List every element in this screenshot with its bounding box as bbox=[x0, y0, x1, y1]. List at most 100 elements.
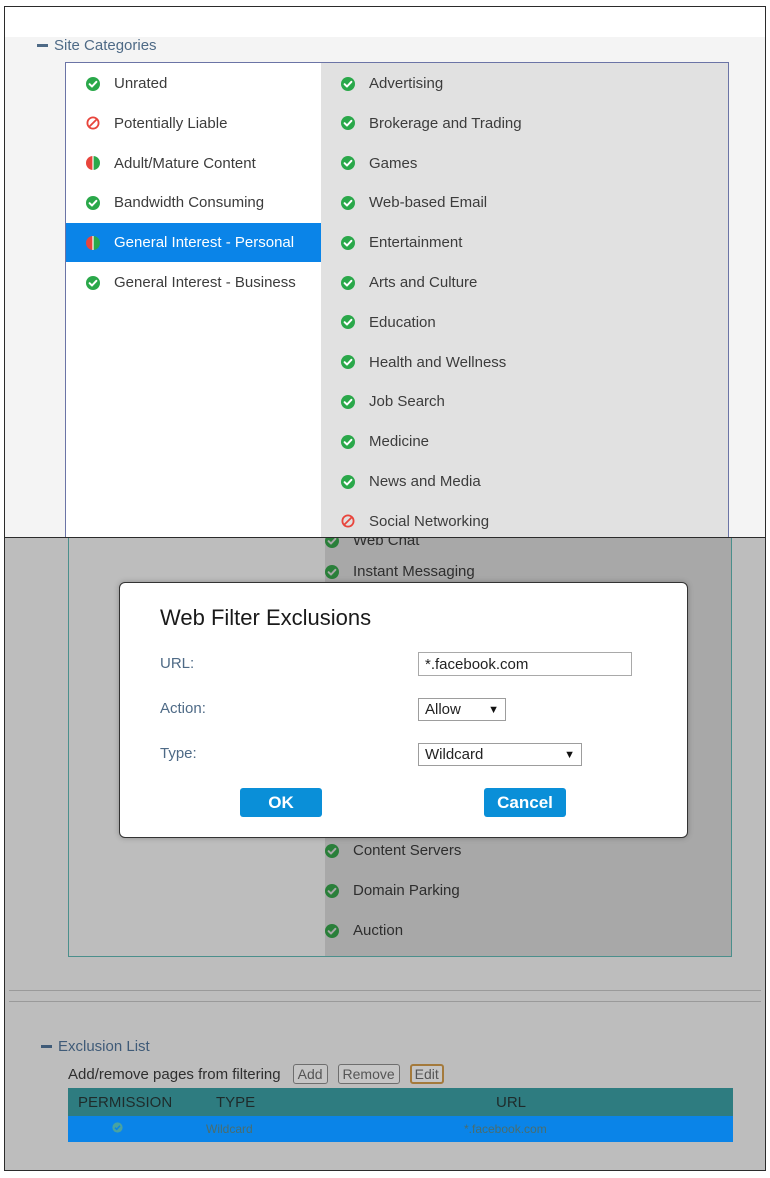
dialog-title: Web Filter Exclusions bbox=[160, 605, 372, 630]
status-icon bbox=[86, 116, 100, 130]
category-group-item[interactable]: General Interest - Personal bbox=[66, 223, 321, 263]
category-item[interactable]: Medicine bbox=[321, 422, 429, 461]
category-label: Entertainment bbox=[369, 234, 463, 252]
site-categories-toggle[interactable]: Site Categories bbox=[37, 37, 157, 54]
category-group-item[interactable]: Bandwidth Consuming bbox=[66, 183, 321, 222]
site-categories-panel: Site Categories Unrated Potentially Liabl… bbox=[4, 6, 766, 537]
collapse-icon bbox=[37, 44, 48, 47]
add-button[interactable]: Add bbox=[292, 1064, 328, 1084]
exclusion-list-toggle[interactable]: Exclusion List bbox=[41, 1038, 150, 1055]
url-input[interactable] bbox=[418, 652, 632, 676]
type-cell: Wildcard bbox=[206, 1122, 253, 1136]
site-categories-heading: Site Categories bbox=[54, 37, 157, 54]
table-header: PERMISSION TYPE URL bbox=[68, 1088, 733, 1116]
table-row[interactable]: Wildcard *.facebook.com bbox=[68, 1116, 733, 1142]
category-item[interactable]: Advertising bbox=[321, 64, 443, 103]
check-icon bbox=[341, 235, 355, 250]
dimmed-category-item[interactable]: Domain Parking bbox=[325, 871, 460, 910]
category-list: Advertising Brokerage and Trading Games Web… bbox=[321, 63, 728, 537]
category-item[interactable]: Social Networking bbox=[321, 502, 489, 537]
category-group-item[interactable]: General Interest - Business bbox=[66, 263, 321, 302]
category-group-item[interactable]: Adult/Mature Content bbox=[66, 144, 321, 183]
categories-box: Unrated Potentially Liable Adult/Mature Co… bbox=[65, 62, 729, 537]
check-icon bbox=[341, 195, 355, 210]
mixed-status-icon bbox=[86, 156, 100, 171]
status-icon bbox=[86, 275, 100, 290]
category-group-label: Adult/Mature Content bbox=[114, 154, 256, 172]
dropdown-arrow-icon: ▼ bbox=[564, 748, 575, 761]
category-item[interactable]: Games bbox=[321, 144, 417, 183]
status-icon bbox=[341, 235, 355, 250]
check-icon bbox=[325, 564, 339, 579]
dimmed-category-label: Domain Parking bbox=[353, 882, 460, 899]
category-label: Health and Wellness bbox=[369, 353, 507, 371]
category-item[interactable]: Brokerage and Trading bbox=[321, 104, 522, 143]
status-icon bbox=[341, 116, 355, 131]
status-icon bbox=[86, 156, 100, 171]
status-icon bbox=[86, 76, 100, 91]
check-icon bbox=[112, 1122, 123, 1133]
category-item[interactable]: News and Media bbox=[321, 462, 481, 501]
category-group-label: General Interest - Personal bbox=[114, 234, 295, 252]
category-group-label: Potentially Liable bbox=[114, 114, 228, 132]
check-icon bbox=[86, 76, 100, 91]
status-icon bbox=[341, 275, 355, 290]
check-icon bbox=[86, 195, 100, 210]
column-url[interactable]: URL bbox=[496, 1094, 526, 1111]
category-label: Brokerage and Trading bbox=[369, 114, 522, 132]
mixed-status-icon bbox=[86, 235, 100, 250]
status-icon bbox=[341, 474, 355, 489]
status-icon bbox=[341, 434, 355, 449]
category-label: Web-based Email bbox=[369, 194, 488, 212]
column-permission[interactable]: PERMISSION bbox=[68, 1094, 216, 1111]
exclusion-subtitle: Add/remove pages from filtering bbox=[68, 1065, 281, 1083]
status-icon bbox=[86, 195, 100, 210]
check-icon bbox=[325, 883, 339, 898]
blocked-icon bbox=[341, 514, 355, 528]
dimmed-category-label: Content Servers bbox=[353, 842, 462, 859]
divider bbox=[9, 990, 761, 991]
category-item[interactable]: Health and Wellness bbox=[321, 343, 506, 382]
exclusion-toolbar: Add/remove pages from filtering Add Remo… bbox=[68, 1064, 444, 1084]
category-label: Education bbox=[369, 313, 436, 331]
category-group-item[interactable]: Unrated bbox=[66, 64, 321, 103]
category-item[interactable]: Web-based Email bbox=[321, 183, 487, 222]
status-icon bbox=[325, 843, 339, 858]
column-type[interactable]: TYPE bbox=[216, 1094, 496, 1111]
check-icon bbox=[341, 76, 355, 91]
ok-button[interactable]: OK bbox=[240, 788, 322, 817]
cancel-button[interactable]: Cancel bbox=[484, 788, 566, 817]
category-group-item[interactable]: Potentially Liable bbox=[66, 104, 321, 143]
category-item[interactable]: Entertainment bbox=[321, 223, 462, 262]
check-icon bbox=[341, 116, 355, 131]
status-icon bbox=[341, 514, 355, 528]
check-icon bbox=[341, 474, 355, 489]
divider bbox=[9, 1001, 761, 1002]
dropdown-arrow-icon: ▼ bbox=[488, 703, 499, 716]
category-item[interactable]: Education bbox=[321, 303, 436, 342]
category-label: Social Networking bbox=[369, 512, 490, 530]
dimmed-category-label: Instant Messaging bbox=[353, 563, 475, 580]
remove-button[interactable]: Remove bbox=[337, 1064, 400, 1084]
permission-cell bbox=[68, 1122, 206, 1136]
action-select[interactable]: Allow ▼ bbox=[418, 698, 506, 721]
check-icon bbox=[341, 394, 355, 409]
status-icon bbox=[341, 76, 355, 91]
category-group-list: Unrated Potentially Liable Adult/Mature Co… bbox=[66, 63, 321, 537]
check-icon bbox=[86, 275, 100, 290]
category-item[interactable]: Job Search bbox=[321, 382, 445, 421]
url-label: URL: bbox=[160, 655, 195, 672]
category-item[interactable]: Arts and Culture bbox=[321, 263, 477, 302]
status-icon bbox=[325, 923, 339, 938]
status-icon bbox=[325, 538, 339, 548]
category-group-label: Unrated bbox=[114, 75, 168, 92]
category-label: News and Media bbox=[369, 473, 481, 490]
blocked-icon bbox=[86, 116, 100, 130]
edit-button[interactable]: Edit bbox=[409, 1064, 444, 1084]
type-label: Type: bbox=[160, 745, 197, 762]
dimmed-category-item[interactable]: Auction bbox=[325, 911, 403, 950]
status-icon bbox=[341, 355, 355, 370]
status-icon bbox=[325, 564, 339, 579]
status-icon bbox=[341, 156, 355, 171]
type-select[interactable]: Wildcard ▼ bbox=[418, 743, 582, 766]
